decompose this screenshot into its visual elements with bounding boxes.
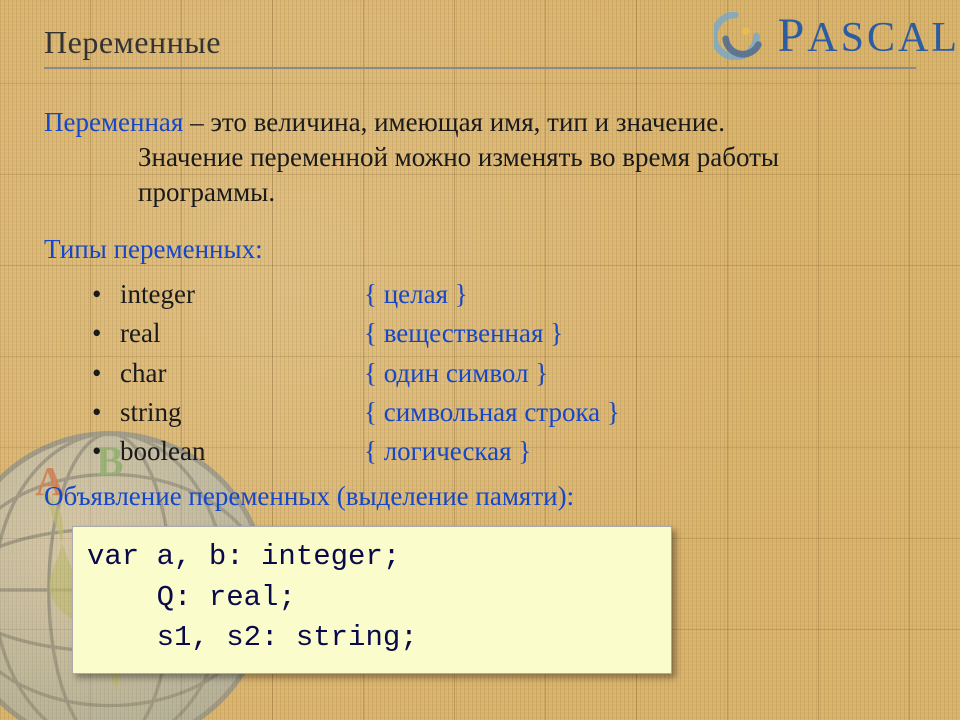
definition-line3: программы. [44,175,916,210]
type-comment: { логическая } [364,432,531,471]
type-list-item: • real { вещественная } [92,314,916,353]
bullet-icon: • [92,314,120,353]
pascal-logo-text: PASCAL [778,8,960,63]
bullet-icon: • [92,275,120,314]
pascal-logo: PASCAL [714,8,960,63]
bullet-icon: • [92,354,120,393]
type-list-item: • string { символьная строка } [92,393,916,432]
type-list-item: • integer { целая } [92,275,916,314]
definition-paragraph: Переменная – это величина, имеющая имя, … [44,105,916,210]
type-name: integer [120,275,364,314]
type-name: real [120,314,364,353]
definition-term: Переменная [44,107,183,137]
code-block: var a, b: integer; Q: real; s1, s2: stri… [72,526,672,674]
type-name: boolean [120,432,364,471]
type-list-item: • char { один символ } [92,354,916,393]
type-comment: { целая } [364,275,468,314]
type-comment: { один символ } [364,354,548,393]
type-comment: { символьная строка } [364,393,620,432]
type-name: string [120,393,364,432]
title-rule [44,67,916,69]
type-comment: { вещественная } [364,314,563,353]
definition-line2: Значение переменной можно изменять во вр… [44,140,916,175]
definition-line1: это величина, имеющая имя, тип и значени… [210,107,725,137]
types-heading: Типы переменных: [44,234,916,265]
type-name: char [120,354,364,393]
pascal-logo-icon [714,12,772,60]
declaration-heading: Объявление переменных (выделение памяти)… [44,481,916,512]
bullet-icon: • [92,393,120,432]
definition-dash: – [183,107,210,137]
slide-content: Переменные Переменная – это величина, им… [0,0,960,720]
type-list-item: • boolean { логическая } [92,432,916,471]
type-list: • integer { целая } • real { вещественна… [44,275,916,471]
bullet-icon: • [92,432,120,471]
